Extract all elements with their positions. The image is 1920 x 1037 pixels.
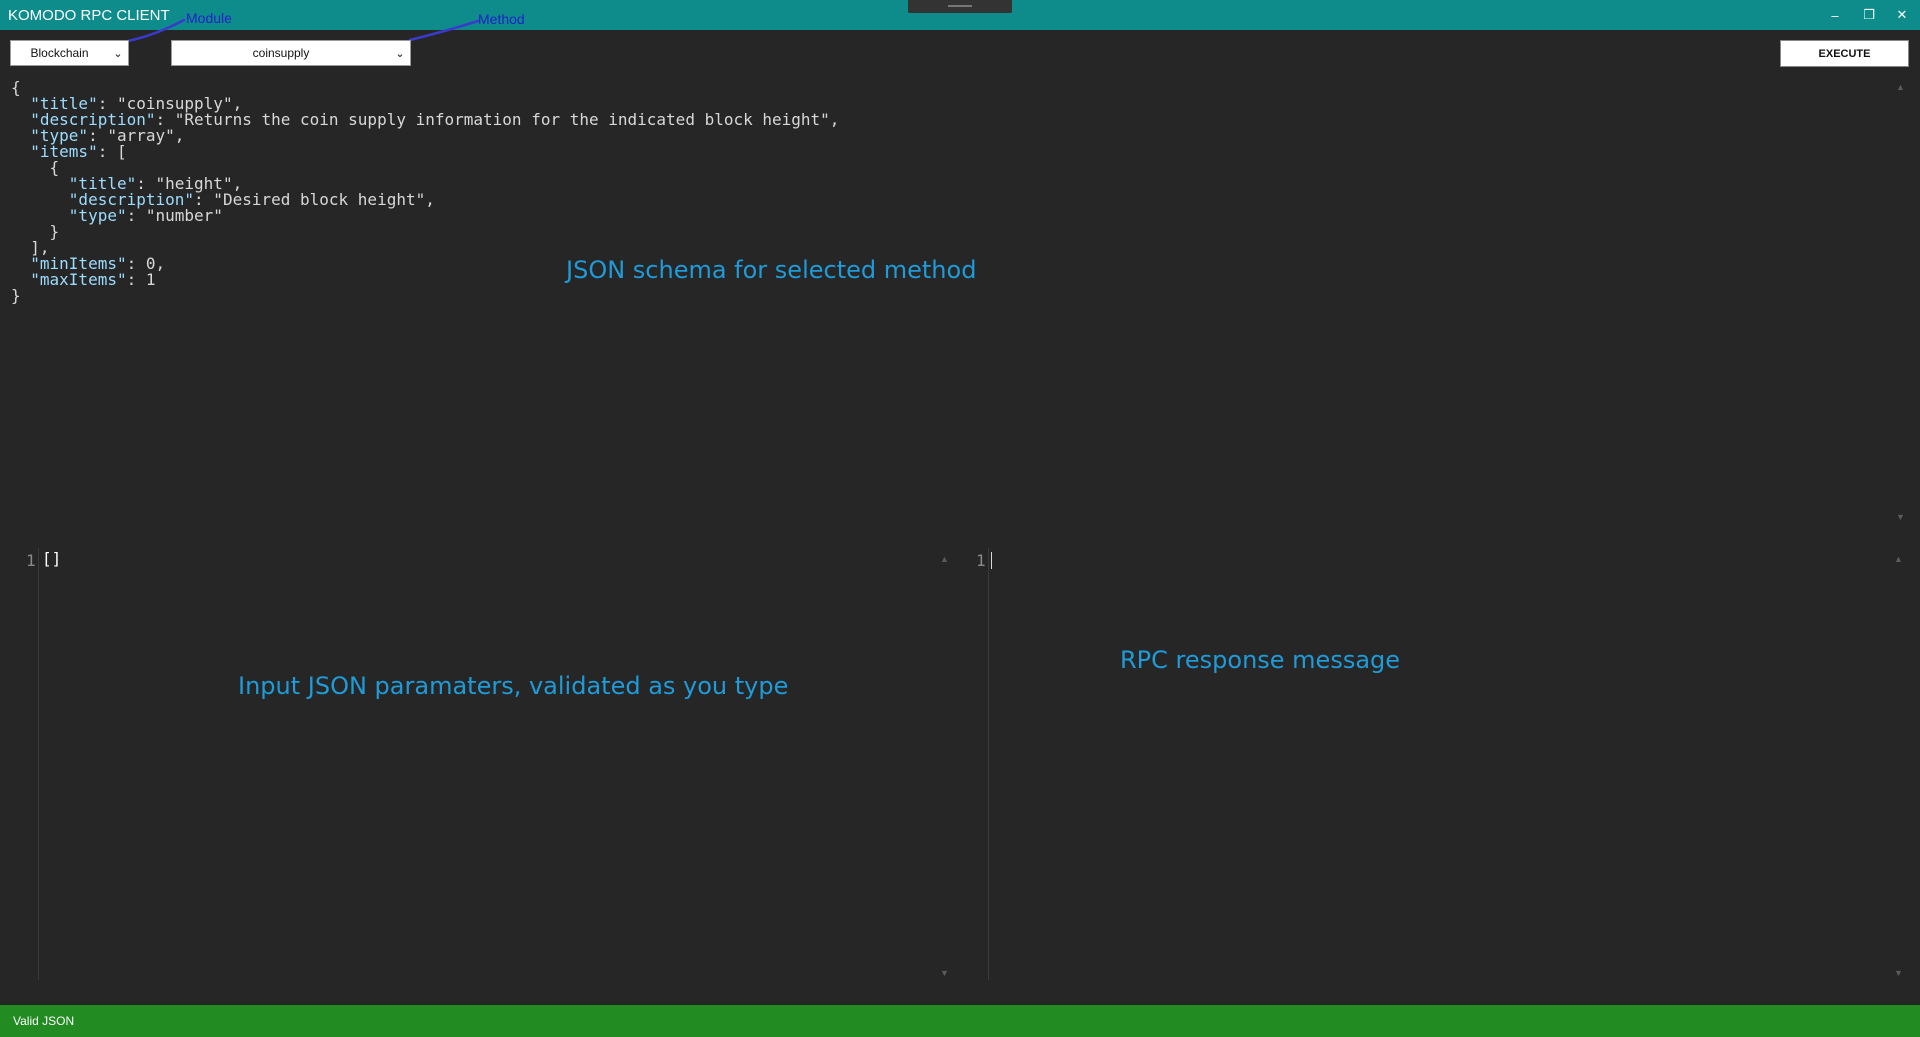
module-select-value: Blockchain xyxy=(30,46,89,60)
schema-line: "type": "array", xyxy=(30,126,185,145)
method-annotation-line xyxy=(408,19,480,42)
close-icon[interactable]: ✕ xyxy=(1887,4,1917,26)
minimize-icon[interactable]: ‒ xyxy=(1820,4,1850,26)
schema-caption: JSON schema for selected method xyxy=(566,256,977,284)
scroll-up-icon[interactable]: ▲ xyxy=(1894,554,1903,564)
restore-icon[interactable]: ❐ xyxy=(1854,4,1884,26)
scroll-down-icon[interactable]: ▼ xyxy=(1896,512,1905,522)
chevron-down-icon: ⌄ xyxy=(395,47,405,60)
schema-line: "type": "number" xyxy=(68,206,223,225)
scroll-down-icon[interactable]: ▼ xyxy=(940,968,949,978)
gutter-divider xyxy=(38,548,39,980)
scroll-up-icon[interactable]: ▲ xyxy=(940,554,949,564)
line-number: 1 xyxy=(976,551,986,570)
input-editor[interactable]: 1 [] ▲ ▼ xyxy=(0,548,956,980)
response-caption: RPC response message xyxy=(1120,646,1401,674)
input-editor-text[interactable]: [] xyxy=(42,551,61,567)
response-editor[interactable]: 1 ▲ ▼ xyxy=(956,548,1906,980)
scroll-up-icon[interactable]: ▲ xyxy=(1896,82,1905,92)
gutter-divider xyxy=(988,548,989,980)
validation-status: Valid JSON xyxy=(13,1014,75,1028)
scroll-down-icon[interactable]: ▼ xyxy=(1894,968,1903,978)
chevron-down-icon: ⌄ xyxy=(113,47,123,60)
schema-viewer[interactable]: { "title": "coinsupply", "description": … xyxy=(0,76,1900,526)
status-bar: Valid JSON xyxy=(0,1005,1920,1037)
module-annotation: Module xyxy=(186,10,232,26)
schema-line: } xyxy=(11,286,21,305)
text-caret xyxy=(991,552,992,569)
schema-line: "items": [ xyxy=(30,142,127,161)
drag-handle[interactable] xyxy=(908,0,1012,13)
module-select[interactable]: Blockchain ⌄ xyxy=(10,40,129,66)
title-bar: KOMODO RPC CLIENT ‒ ❐ ✕ xyxy=(0,0,1920,30)
method-annotation: Method xyxy=(478,11,525,27)
schema-line: } xyxy=(11,222,60,241)
line-number: 1 xyxy=(26,551,36,570)
execute-button[interactable]: EXECUTE xyxy=(1780,40,1909,67)
input-caption: Input JSON paramaters, validated as you … xyxy=(238,672,789,700)
method-select-value: coinsupply xyxy=(252,46,310,60)
method-select[interactable]: coinsupply ⌄ xyxy=(171,40,411,66)
